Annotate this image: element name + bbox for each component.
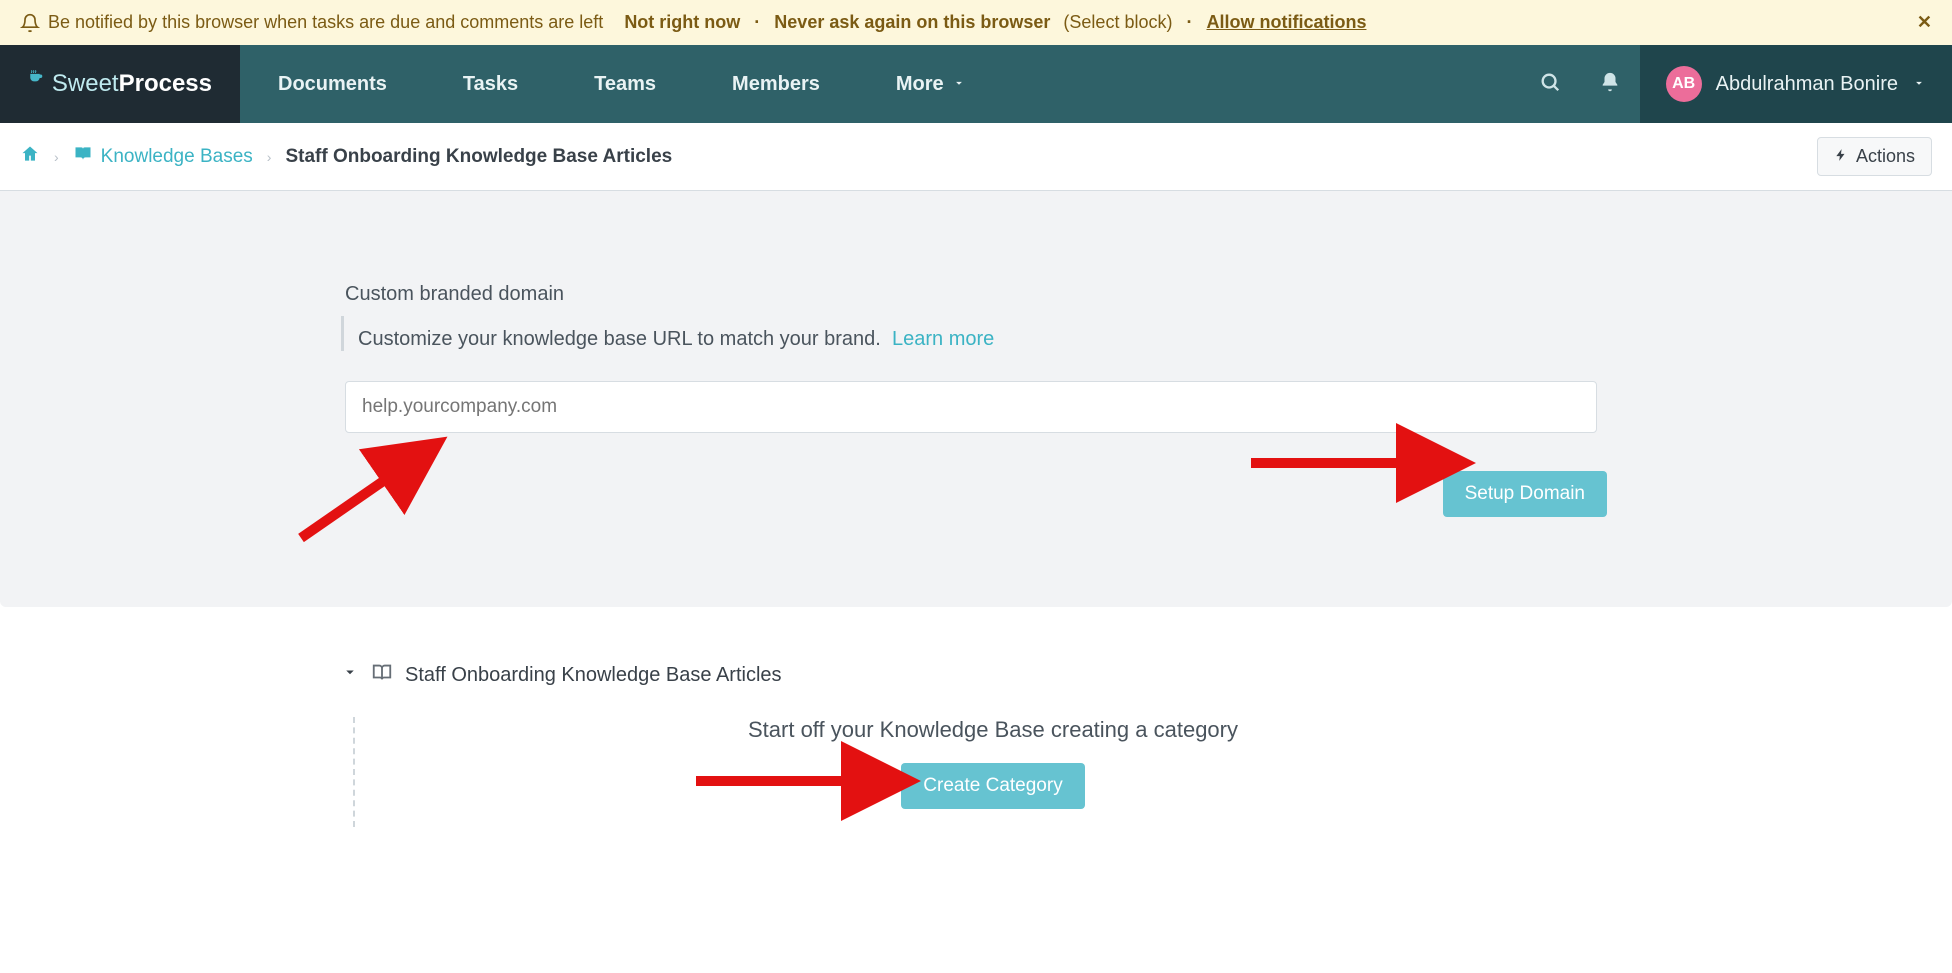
home-link[interactable] xyxy=(20,144,40,170)
custom-domain-label: Custom branded domain xyxy=(345,283,1611,306)
notification-message: Be notified by this browser when tasks a… xyxy=(48,12,603,33)
bolt-icon xyxy=(1834,146,1848,167)
domain-input[interactable] xyxy=(345,381,1597,433)
notification-not-now[interactable]: Not right now xyxy=(624,12,740,33)
notification-bar: Be notified by this browser when tasks a… xyxy=(0,0,1952,45)
search-button[interactable] xyxy=(1520,45,1580,123)
bell-icon xyxy=(20,13,40,33)
nav-members[interactable]: Members xyxy=(694,73,858,96)
chevron-down-icon xyxy=(1912,73,1926,96)
book-icon xyxy=(73,144,93,170)
avatar: AB xyxy=(1666,66,1702,102)
empty-state-text: Start off your Knowledge Base creating a… xyxy=(375,717,1611,743)
user-menu[interactable]: AB Abdulrahman Bonire xyxy=(1640,45,1952,123)
breadcrumb: › Knowledge Bases › Staff Onboarding Kno… xyxy=(0,123,1952,191)
user-name: Abdulrahman Bonire xyxy=(1716,73,1898,96)
nav-documents[interactable]: Documents xyxy=(240,73,425,96)
notification-allow[interactable]: Allow notifications xyxy=(1206,12,1366,33)
kb-title[interactable]: Staff Onboarding Knowledge Base Articles xyxy=(405,664,782,687)
brand-text: SweetProcess xyxy=(52,70,212,98)
notification-select-block: (Select block) xyxy=(1058,12,1172,33)
book-open-icon xyxy=(371,661,393,689)
close-icon[interactable]: ✕ xyxy=(1917,12,1932,33)
create-category-button[interactable]: Create Category xyxy=(901,763,1084,809)
notification-never[interactable]: Never ask again on this browser xyxy=(774,12,1050,33)
cup-icon xyxy=(28,69,44,99)
main-nav: Documents Tasks Teams Members More xyxy=(240,45,1004,123)
chevron-down-icon xyxy=(952,73,966,96)
breadcrumb-current: Staff Onboarding Knowledge Base Articles xyxy=(285,146,672,168)
knowledge-base-tree: Staff Onboarding Knowledge Base Articles… xyxy=(341,661,1611,827)
learn-more-link[interactable]: Learn more xyxy=(892,328,994,350)
app-header: SweetProcess Documents Tasks Teams Membe… xyxy=(0,45,1952,123)
setup-domain-button[interactable]: Setup Domain xyxy=(1443,471,1607,517)
chevron-down-icon xyxy=(341,664,359,686)
custom-domain-panel: Custom branded domain Customize your kno… xyxy=(0,191,1952,607)
collapse-toggle[interactable] xyxy=(341,663,359,687)
actions-button[interactable]: Actions xyxy=(1817,137,1932,176)
search-icon xyxy=(1539,71,1561,98)
nav-teams[interactable]: Teams xyxy=(556,73,694,96)
nav-tasks[interactable]: Tasks xyxy=(425,73,556,96)
custom-domain-description: Customize your knowledge base URL to mat… xyxy=(358,328,1611,351)
notifications-button[interactable] xyxy=(1580,45,1640,123)
nav-more[interactable]: More xyxy=(858,73,1004,96)
bell-icon xyxy=(1599,71,1621,98)
chevron-right-icon: › xyxy=(54,149,59,165)
chevron-right-icon: › xyxy=(267,149,272,165)
breadcrumb-knowledge-bases[interactable]: Knowledge Bases xyxy=(73,144,253,170)
brand-logo-block[interactable]: SweetProcess xyxy=(0,45,240,123)
home-icon xyxy=(20,148,40,169)
